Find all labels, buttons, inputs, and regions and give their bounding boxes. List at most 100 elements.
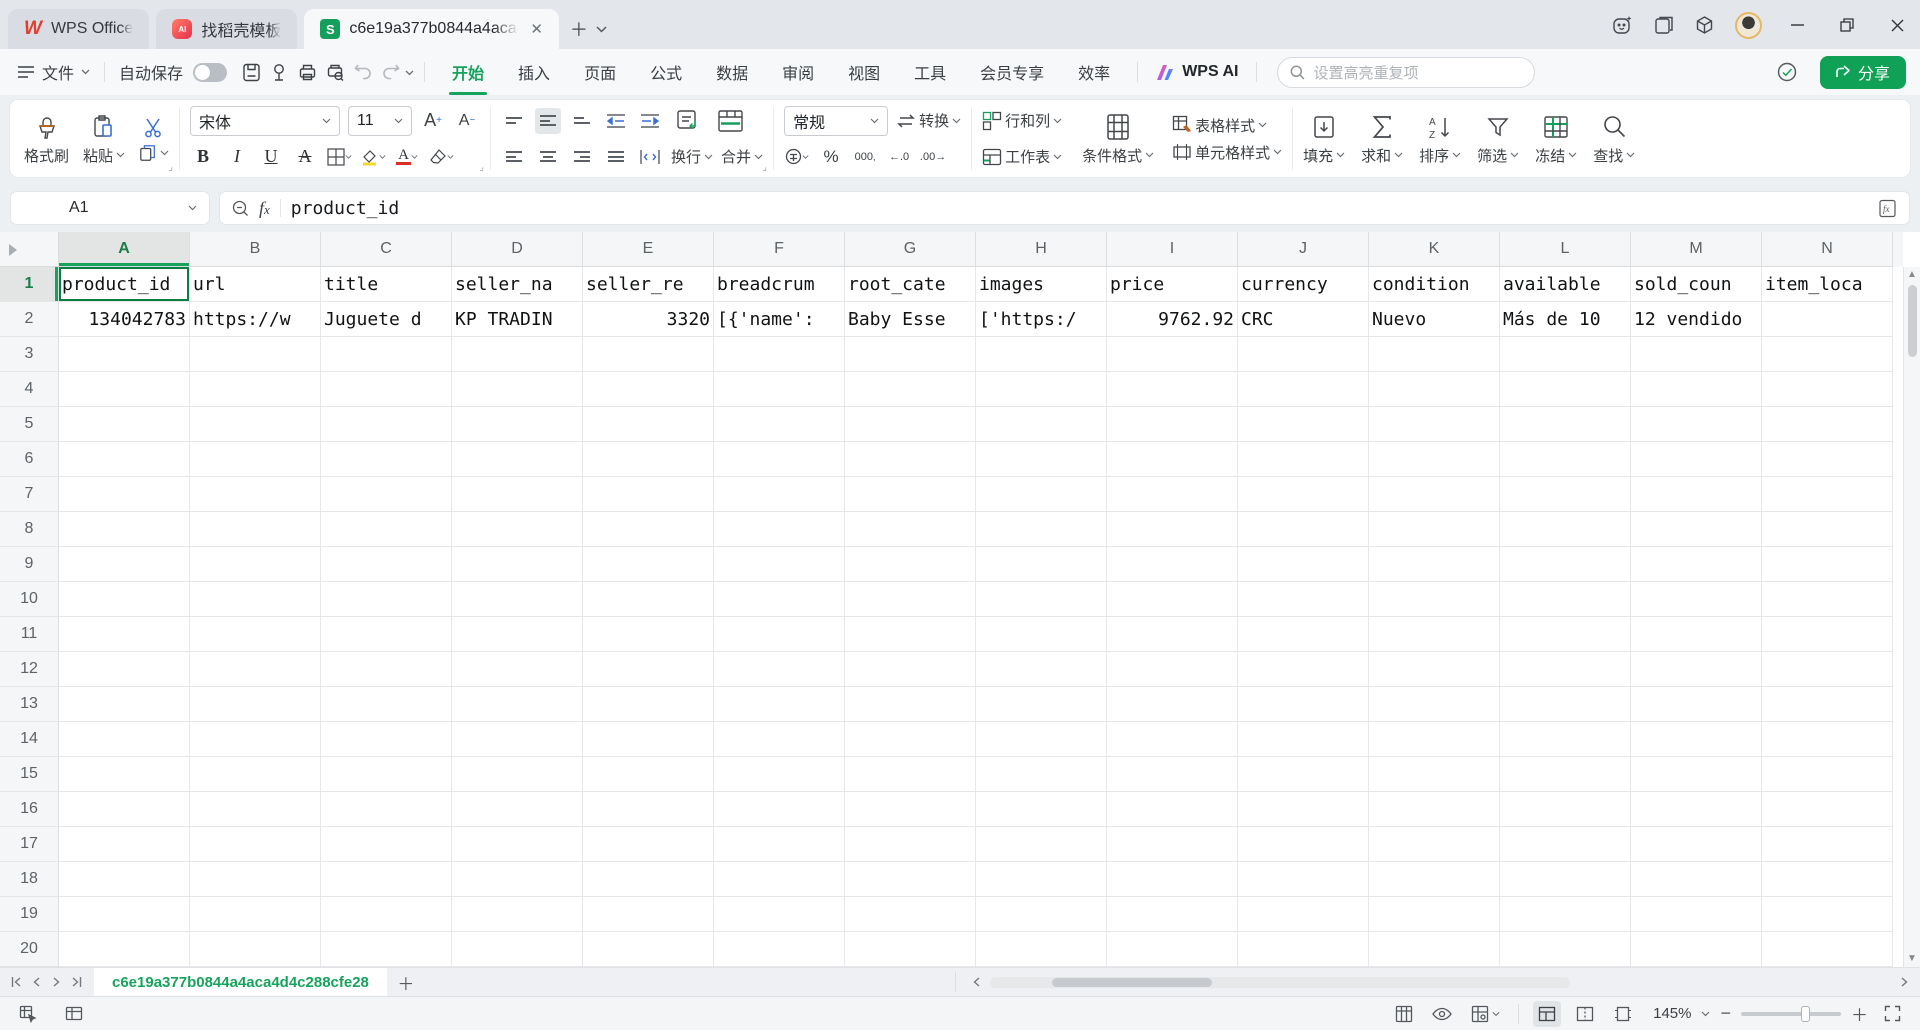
undo-icon[interactable] — [349, 58, 377, 86]
cell-B11[interactable] — [190, 617, 321, 652]
close-tab-icon[interactable]: ✕ — [530, 20, 543, 38]
cell-J4[interactable] — [1238, 372, 1369, 407]
formula-input[interactable]: fx product_id fx — [219, 191, 1910, 225]
cell-K2[interactable]: Nuevo — [1369, 302, 1500, 337]
font-family-select[interactable]: 宋体 — [190, 105, 341, 136]
cell-J18[interactable] — [1238, 862, 1369, 897]
cell-F20[interactable] — [714, 932, 845, 967]
cell-N13[interactable] — [1762, 687, 1893, 722]
cell-A12[interactable] — [59, 652, 190, 687]
cell-H9[interactable] — [976, 547, 1107, 582]
zoom-level[interactable]: 145% — [1653, 1005, 1691, 1022]
cell-I6[interactable] — [1107, 442, 1238, 477]
cell-B12[interactable] — [190, 652, 321, 687]
cell-J16[interactable] — [1238, 792, 1369, 827]
cell-K5[interactable] — [1369, 407, 1500, 442]
cell-K6[interactable] — [1369, 442, 1500, 477]
cell-K13[interactable] — [1369, 687, 1500, 722]
cell-I19[interactable] — [1107, 897, 1238, 932]
horizontal-scrollbar[interactable] — [990, 976, 1570, 988]
horizontal-scroll-thumb[interactable] — [1052, 977, 1212, 987]
increase-decimal-icon[interactable]: .00→ — [920, 144, 946, 170]
cell-G1[interactable]: root_cate — [845, 267, 976, 302]
cell-J15[interactable] — [1238, 757, 1369, 792]
tab-list-chevron-icon[interactable] — [592, 16, 612, 42]
cell-A4[interactable] — [59, 372, 190, 407]
cell-F7[interactable] — [714, 477, 845, 512]
next-sheet-icon[interactable] — [46, 977, 66, 987]
cell-C8[interactable] — [321, 512, 452, 547]
cell-F10[interactable] — [714, 582, 845, 617]
cell-I14[interactable] — [1107, 722, 1238, 757]
menu-tab-效率[interactable]: 效率 — [1061, 49, 1127, 95]
page-layout-view-icon[interactable] — [1609, 1001, 1637, 1027]
cell-A3[interactable] — [59, 337, 190, 372]
align-left-icon[interactable] — [501, 144, 527, 170]
cell-E15[interactable] — [583, 757, 714, 792]
prev-sheet-icon[interactable] — [26, 977, 46, 987]
cell-C17[interactable] — [321, 827, 452, 862]
app-center-cube-icon[interactable] — [1694, 15, 1715, 36]
cell-M19[interactable] — [1631, 897, 1762, 932]
cell-B18[interactable] — [190, 862, 321, 897]
cell-N18[interactable] — [1762, 862, 1893, 897]
填充-button[interactable]: 填充 — [1303, 112, 1345, 166]
cell-L15[interactable] — [1500, 757, 1631, 792]
normal-view-icon[interactable] — [1533, 1000, 1562, 1027]
hscroll-right-icon[interactable] — [1894, 977, 1914, 987]
cell-F8[interactable] — [714, 512, 845, 547]
cell-N17[interactable] — [1762, 827, 1893, 862]
wrap-text-icon[interactable] — [671, 106, 705, 136]
cell-L4[interactable] — [1500, 372, 1631, 407]
vertical-scroll-thumb[interactable] — [1907, 285, 1917, 357]
cell-E16[interactable] — [583, 792, 714, 827]
col-header-A[interactable]: A — [59, 232, 190, 267]
cell-L8[interactable] — [1500, 512, 1631, 547]
row-header-11[interactable]: 11 — [0, 617, 59, 652]
paste-button[interactable]: 粘贴 — [83, 112, 125, 166]
cell-M17[interactable] — [1631, 827, 1762, 862]
col-header-N[interactable]: N — [1762, 232, 1893, 267]
cell-M18[interactable] — [1631, 862, 1762, 897]
add-sheet-icon[interactable]: ＋ — [393, 970, 419, 995]
cell-K8[interactable] — [1369, 512, 1500, 547]
cell-K12[interactable] — [1369, 652, 1500, 687]
cell-K18[interactable] — [1369, 862, 1500, 897]
筛选-button[interactable]: 筛选 — [1477, 112, 1519, 166]
formula-zoom-icon[interactable] — [232, 200, 249, 217]
cell-C16[interactable] — [321, 792, 452, 827]
cell-L17[interactable] — [1500, 827, 1631, 862]
cell-C13[interactable] — [321, 687, 452, 722]
cell-G4[interactable] — [845, 372, 976, 407]
row-header-9[interactable]: 9 — [0, 547, 59, 582]
cell-A11[interactable] — [59, 617, 190, 652]
decrease-indent-icon[interactable] — [603, 108, 629, 134]
cell-C5[interactable] — [321, 407, 452, 442]
fullscreen-icon[interactable] — [1878, 1001, 1906, 1027]
cell-H20[interactable] — [976, 932, 1107, 967]
col-header-B[interactable]: B — [190, 232, 321, 267]
cell-M15[interactable] — [1631, 757, 1762, 792]
cell-M16[interactable] — [1631, 792, 1762, 827]
cell-K10[interactable] — [1369, 582, 1500, 617]
cell-A20[interactable] — [59, 932, 190, 967]
justify-icon[interactable] — [603, 144, 629, 170]
sheet-tab-active[interactable]: c6e19a377b0844a4aca4d4c288cfe28 — [94, 968, 387, 996]
user-avatar[interactable] — [1735, 11, 1762, 39]
cell-G13[interactable] — [845, 687, 976, 722]
cell-H16[interactable] — [976, 792, 1107, 827]
cell-A1[interactable]: product_id — [59, 267, 190, 302]
cell-C2[interactable]: Juguete d — [321, 302, 452, 337]
cell-F18[interactable] — [714, 862, 845, 897]
cell-C3[interactable] — [321, 337, 452, 372]
cell-H12[interactable] — [976, 652, 1107, 687]
cell-N20[interactable] — [1762, 932, 1893, 967]
number-format-select[interactable]: 常规 — [784, 105, 889, 136]
cell-G8[interactable] — [845, 512, 976, 547]
cell-M11[interactable] — [1631, 617, 1762, 652]
cell-E2[interactable]: 3320 — [583, 302, 714, 337]
cell-K16[interactable] — [1369, 792, 1500, 827]
cell-A5[interactable] — [59, 407, 190, 442]
cell-L11[interactable] — [1500, 617, 1631, 652]
cell-C7[interactable] — [321, 477, 452, 512]
